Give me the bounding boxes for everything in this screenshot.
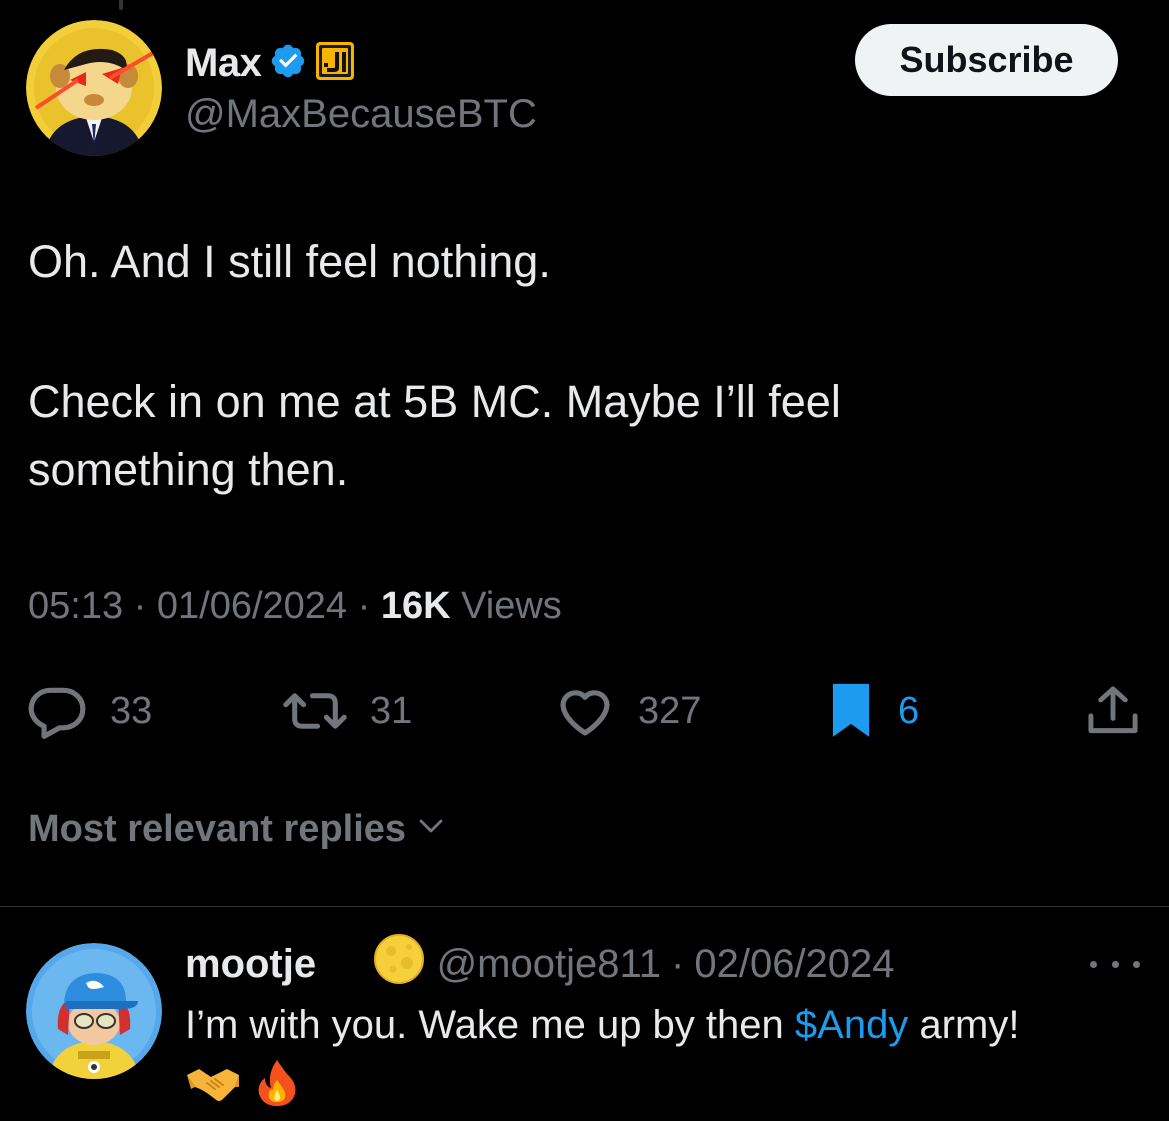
tweet-text-paragraph-2: Check in on me at 5B MC. Maybe I’ll feel… xyxy=(28,368,1128,504)
reply-count: 33 xyxy=(110,689,153,732)
reply-header: mootje @mootje811 · 02/06/2024 xyxy=(185,934,895,990)
tweet-meta: 05:13 · 01/06/2024 · 16K Views xyxy=(28,585,562,628)
reply-text: I’m with you. Wake me up by then $Andy a… xyxy=(185,996,1019,1054)
reply-meta-separator: · xyxy=(671,941,685,986)
author-avatar[interactable] xyxy=(26,20,162,156)
author-display-name[interactable]: Max xyxy=(185,41,262,86)
reply-text-before: I’m with you. Wake me up by then xyxy=(185,1003,795,1047)
share-button[interactable] xyxy=(1086,680,1140,742)
reply-text-after: army! xyxy=(908,1003,1020,1047)
reply-date[interactable]: 02/06/2024 xyxy=(694,942,894,987)
repost-button[interactable]: 31 xyxy=(282,680,412,742)
meta-separator: · xyxy=(123,585,157,627)
like-button[interactable]: 327 xyxy=(554,680,701,742)
reply-author-name[interactable]: mootje xyxy=(185,942,316,987)
fire-icon xyxy=(255,1058,299,1113)
author-name-row: Max xyxy=(185,40,355,86)
share-upload-icon xyxy=(1086,680,1140,742)
section-divider xyxy=(0,906,1169,907)
tweet-text-line-3: something then. xyxy=(28,444,349,495)
handshake-icon xyxy=(185,1061,241,1110)
bookmark-button[interactable]: 6 xyxy=(826,680,919,742)
reply-author-avatar[interactable] xyxy=(26,943,162,1079)
replies-sort-dropdown[interactable]: Most relevant replies xyxy=(28,808,446,851)
views-count[interactable]: 16K xyxy=(381,585,451,628)
more-dots-icon xyxy=(1090,960,1097,968)
cashtag-link[interactable]: $Andy xyxy=(795,1003,908,1047)
thread-connector xyxy=(119,0,123,10)
heart-outline-icon xyxy=(554,680,616,742)
bookmark-count: 6 xyxy=(898,689,920,732)
like-count: 327 xyxy=(638,689,702,732)
reply-button[interactable]: 33 xyxy=(26,680,152,742)
views-label[interactable]: Views xyxy=(461,585,562,628)
tweet-text-line-1: Oh. And I still feel nothing. xyxy=(28,236,551,287)
replies-sort-label: Most relevant replies xyxy=(28,808,407,850)
more-options-button[interactable] xyxy=(1090,952,1140,976)
chevron-down-icon xyxy=(416,808,446,851)
subscribe-button[interactable]: Subscribe xyxy=(855,24,1118,96)
reply-emoji-row xyxy=(185,1058,299,1113)
speech-bubble-icon xyxy=(26,680,88,742)
tweet-date[interactable]: 01/06/2024 xyxy=(157,585,347,628)
tweet-text-line-2: Check in on me at 5B MC. Maybe I’ll feel xyxy=(28,376,841,427)
author-handle[interactable]: @MaxBecauseBTC xyxy=(185,92,537,137)
repost-arrows-icon xyxy=(282,680,348,742)
bookmark-filled-icon xyxy=(826,680,876,742)
repost-count: 31 xyxy=(370,689,413,732)
reply-author-handle[interactable]: @mootje811 xyxy=(437,942,661,987)
tweet-time[interactable]: 05:13 xyxy=(28,585,123,628)
meta-separator: · xyxy=(347,585,381,627)
affiliate-badge-icon[interactable] xyxy=(315,41,355,86)
verified-badge-icon xyxy=(269,42,307,85)
